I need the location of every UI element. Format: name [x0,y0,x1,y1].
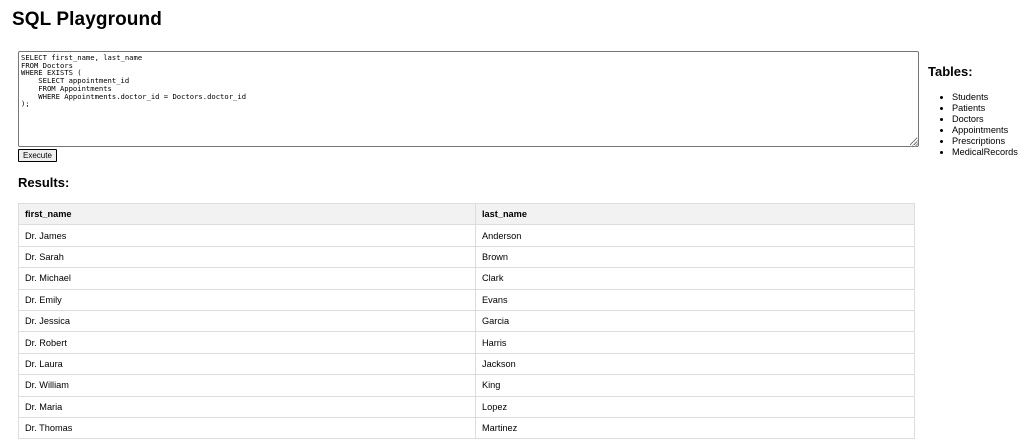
table-list-item-patients: Patients [952,103,1024,114]
cell-first-name: Dr. Michael [18,267,476,290]
cell-last-name: Martinez [475,416,915,440]
table-row: Dr. Thomas Martinez [18,416,915,440]
cell-first-name: Dr. Maria [18,395,476,418]
table-list-item-students: Students [952,92,1024,103]
cell-last-name: King [475,374,915,397]
cell-last-name: Jackson [475,352,915,376]
cell-first-name: Dr. James [18,224,476,247]
results-heading: Results: [18,175,70,190]
tables-list: Students Patients Doctors Appointments P… [928,92,1024,158]
results-table: first_name last_name Dr. James Anderson D… [18,202,915,440]
cell-first-name: Dr. Thomas [18,416,476,440]
column-header-last-name: last_name [475,202,915,226]
cell-first-name: Dr. Laura [18,352,476,376]
table-list-item-prescriptions: Prescriptions [952,136,1024,147]
cell-last-name: Harris [475,331,915,354]
cell-first-name: Dr. William [18,374,476,397]
table-list-item-medicalrecords: MedicalRecords [952,147,1024,158]
cell-last-name: Garcia [475,309,915,333]
table-header-row: first_name last_name [18,202,915,226]
table-row: Dr. Maria Lopez [18,395,915,418]
table-row: Dr. William King [18,374,915,397]
page-title: SQL Playground [12,9,162,30]
table-row: Dr. Michael Clark [18,267,915,290]
cell-last-name: Brown [475,245,915,269]
tables-heading: Tables: [928,64,973,79]
table-row: Dr. Jessica Garcia [18,309,915,333]
table-list-item-doctors: Doctors [952,114,1024,125]
cell-first-name: Dr. Robert [18,331,476,354]
table-list-item-appointments: Appointments [952,125,1024,136]
sql-query-editor[interactable]: SELECT first_name, last_name FROM Doctor… [18,51,919,147]
cell-first-name: Dr. Emily [18,288,476,311]
table-row: Dr. Robert Harris [18,331,915,354]
table-row: Dr. Emily Evans [18,288,915,311]
cell-last-name: Evans [475,288,915,311]
cell-last-name: Lopez [475,395,915,418]
column-header-first-name: first_name [18,202,476,226]
tables-panel: Tables: Students Patients Doctors Appoin… [928,64,1024,158]
execute-button[interactable]: Execute [18,149,57,162]
cell-last-name: Clark [475,267,915,290]
cell-first-name: Dr. Jessica [18,309,476,333]
cell-last-name: Anderson [475,224,915,247]
resize-handle-icon[interactable] [910,139,918,147]
table-row: Dr. Sarah Brown [18,245,915,269]
table-row: Dr. James Anderson [18,224,915,247]
table-row: Dr. Laura Jackson [18,352,915,376]
cell-first-name: Dr. Sarah [18,245,476,269]
